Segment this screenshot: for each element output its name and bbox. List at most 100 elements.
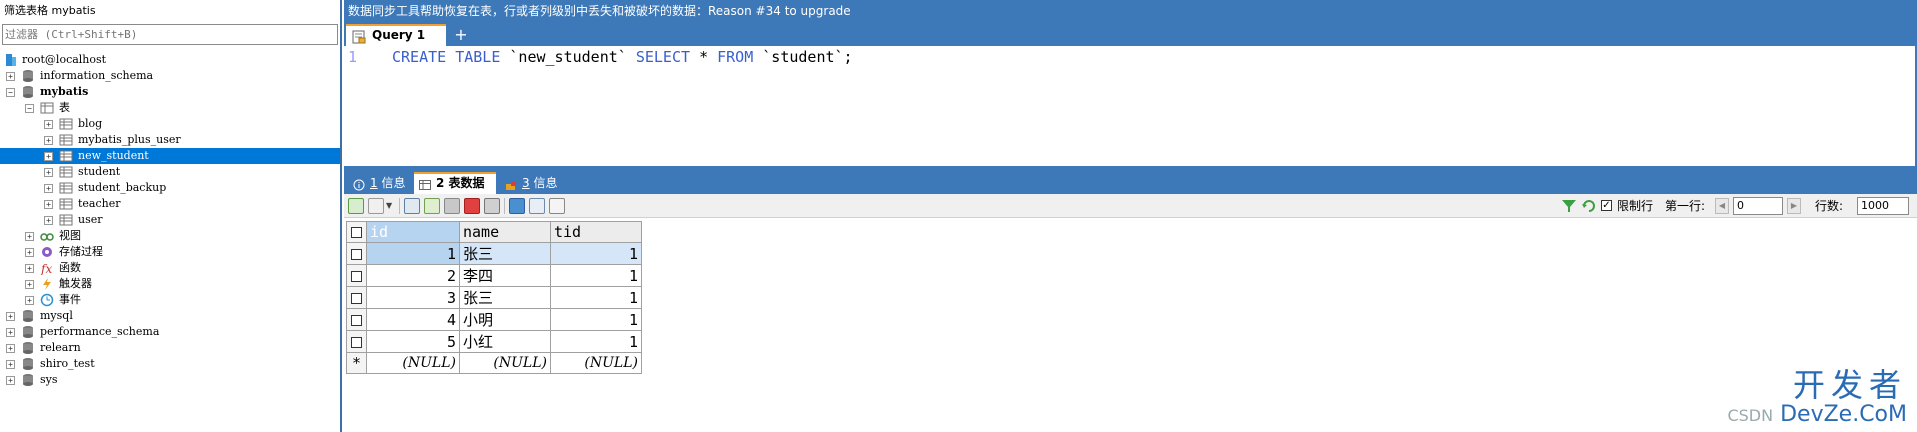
- duplicate-row-icon[interactable]: [404, 198, 420, 214]
- expand-icon[interactable]: +: [44, 120, 53, 129]
- expand-icon[interactable]: +: [6, 312, 15, 321]
- tab-query-1[interactable]: Query 1: [346, 24, 446, 46]
- expand-icon[interactable]: +: [44, 168, 53, 177]
- table-row[interactable]: 5 小红 1: [346, 330, 642, 353]
- tree-node[interactable]: + information_schema: [0, 68, 340, 84]
- expand-icon[interactable]: +: [44, 136, 53, 145]
- tree-node[interactable]: + fx 函数: [0, 260, 340, 276]
- row-checkbox[interactable]: [346, 308, 367, 331]
- chevron-down-icon[interactable]: ▼: [386, 198, 394, 214]
- row-checkbox[interactable]: [346, 330, 367, 353]
- limit-rows-checkbox[interactable]: ✓: [1601, 198, 1612, 214]
- tree-node[interactable]: + student: [0, 164, 340, 180]
- insert-row-icon[interactable]: [348, 198, 364, 214]
- cell-name[interactable]: 张三: [459, 286, 551, 309]
- result-tab-2[interactable]: 2 表数据: [414, 172, 496, 194]
- tree-node[interactable]: root@localhost: [0, 52, 340, 68]
- tree-node[interactable]: + blog: [0, 116, 340, 132]
- cell-id[interactable]: 1: [366, 242, 460, 265]
- cell-tid[interactable]: 1: [550, 330, 642, 353]
- table-row[interactable]: 1 张三 1: [346, 242, 642, 265]
- expand-icon[interactable]: +: [44, 184, 53, 193]
- tree-node[interactable]: − mybatis: [0, 84, 340, 100]
- tree-node[interactable]: + performance_schema: [0, 324, 340, 340]
- tree-node[interactable]: + mybatis_plus_user: [0, 132, 340, 148]
- tree-node[interactable]: + 事件: [0, 292, 340, 308]
- column-header-tid[interactable]: tid: [550, 221, 642, 243]
- tree-node[interactable]: + 视图: [0, 228, 340, 244]
- sql-text[interactable]: CREATE TABLE `new_student` SELECT * FROM…: [392, 48, 853, 66]
- null-cell[interactable]: (NULL): [550, 352, 642, 374]
- row-checkbox[interactable]: [346, 242, 367, 265]
- cell-tid[interactable]: 1: [550, 308, 642, 331]
- column-header-id[interactable]: id: [366, 221, 460, 243]
- expand-icon[interactable]: +: [25, 264, 34, 273]
- delete-row-icon[interactable]: [464, 198, 480, 214]
- cell-name[interactable]: 李四: [459, 264, 551, 287]
- grid-view-icon[interactable]: [509, 198, 525, 214]
- expand-icon[interactable]: +: [6, 360, 15, 369]
- row-count-input[interactable]: 1000: [1857, 197, 1909, 215]
- expand-icon[interactable]: +: [6, 376, 15, 385]
- cell-id[interactable]: 2: [366, 264, 460, 287]
- sql-editor[interactable]: 1 CREATE TABLE `new_student` SELECT * FR…: [344, 46, 1915, 166]
- cell-id[interactable]: 3: [366, 286, 460, 309]
- cell-name[interactable]: 张三: [459, 242, 551, 265]
- row-checkbox[interactable]: [346, 286, 367, 309]
- tree-node[interactable]: + sys: [0, 372, 340, 388]
- import-icon[interactable]: [424, 198, 440, 214]
- cell-id[interactable]: 4: [366, 308, 460, 331]
- cell-tid[interactable]: 1: [550, 286, 642, 309]
- reset-filter-icon[interactable]: [1581, 198, 1597, 214]
- expand-icon[interactable]: +: [44, 200, 53, 209]
- expand-icon[interactable]: +: [6, 72, 15, 81]
- table-row[interactable]: 2 李四 1: [346, 264, 642, 287]
- expand-icon[interactable]: +: [44, 152, 53, 161]
- tree-node[interactable]: + shiro_test: [0, 356, 340, 372]
- cell-tid[interactable]: 1: [550, 242, 642, 265]
- expand-icon[interactable]: +: [25, 280, 34, 289]
- table-row[interactable]: 3 张三 1: [346, 286, 642, 309]
- tree-node[interactable]: + 存储过程: [0, 244, 340, 260]
- result-tab-1[interactable]: 1 信息: [348, 172, 410, 194]
- expand-icon[interactable]: +: [25, 232, 34, 241]
- expand-icon[interactable]: +: [25, 248, 34, 257]
- cell-name[interactable]: 小明: [459, 308, 551, 331]
- tree-node[interactable]: + relearn: [0, 340, 340, 356]
- expand-icon[interactable]: +: [6, 328, 15, 337]
- tree-node[interactable]: + new_student: [0, 148, 340, 164]
- form-view-icon[interactable]: [529, 198, 545, 214]
- tree-node[interactable]: + mysql: [0, 308, 340, 324]
- row-checkbox[interactable]: [346, 264, 367, 287]
- cell-tid[interactable]: 1: [550, 264, 642, 287]
- text-view-icon[interactable]: [549, 198, 565, 214]
- refresh-grid-icon[interactable]: [484, 198, 500, 214]
- upgrade-hint-banner[interactable]: 数据同步工具帮助恢复在表，行或者列级别中丢失和被破坏的数据：Reason #34…: [348, 0, 851, 22]
- cell-name[interactable]: 小红: [459, 330, 551, 353]
- filter-icon[interactable]: [1561, 198, 1577, 214]
- result-tab-3[interactable]: 3 信息: [500, 172, 566, 194]
- tree-node[interactable]: + student_backup: [0, 180, 340, 196]
- column-header-name[interactable]: name: [459, 221, 551, 243]
- expand-icon[interactable]: +: [25, 296, 34, 305]
- null-cell[interactable]: (NULL): [366, 352, 460, 374]
- new-row[interactable]: * (NULL) (NULL) (NULL): [346, 352, 642, 374]
- select-all-checkbox[interactable]: [346, 221, 367, 243]
- tree-node[interactable]: − 表: [0, 100, 340, 116]
- save-icon[interactable]: [444, 198, 460, 214]
- null-cell[interactable]: (NULL): [459, 352, 551, 374]
- first-row-input[interactable]: 0: [1733, 197, 1783, 215]
- result-data-grid[interactable]: id name tid 1 张三 1 2 李四 1 3 张三 1 4 小明 1 5 小红 1 * (NULL)(…: [346, 221, 642, 374]
- collapse-icon[interactable]: −: [25, 104, 34, 113]
- tree-node[interactable]: + user: [0, 212, 340, 228]
- cell-id[interactable]: 5: [366, 330, 460, 353]
- next-page-icon[interactable]: ▶: [1787, 198, 1801, 214]
- tree-node[interactable]: + teacher: [0, 196, 340, 212]
- expand-icon[interactable]: +: [44, 216, 53, 225]
- table-row[interactable]: 4 小明 1: [346, 308, 642, 331]
- export-dropdown-icon[interactable]: [368, 198, 384, 214]
- tree-node[interactable]: + 触发器: [0, 276, 340, 292]
- table-filter-input[interactable]: [2, 24, 338, 45]
- previous-page-icon[interactable]: ◀: [1715, 198, 1729, 214]
- expand-icon[interactable]: +: [6, 344, 15, 353]
